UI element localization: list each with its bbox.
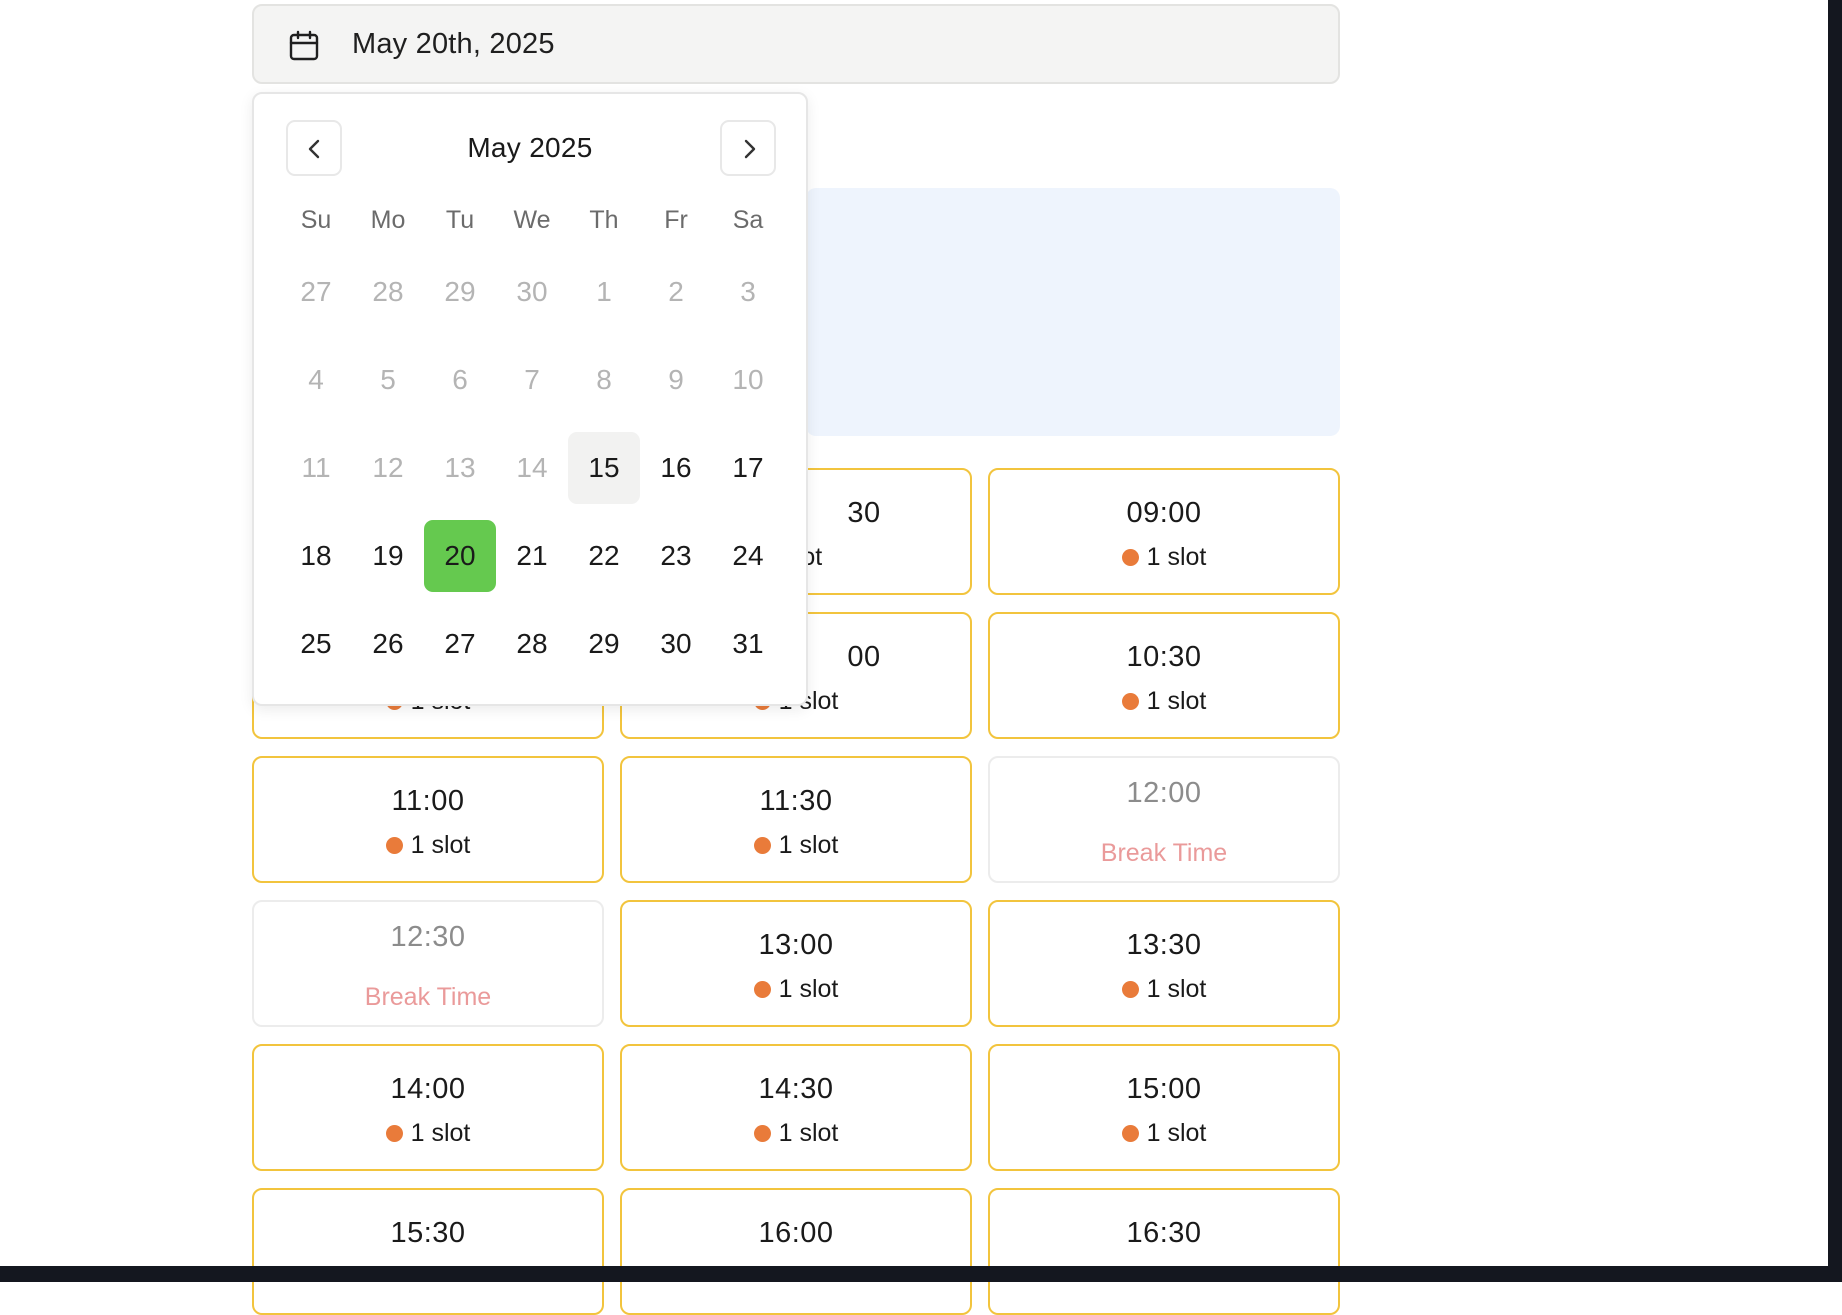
- calendar-icon: [289, 30, 319, 61]
- slot-time: 14:00: [390, 1073, 466, 1105]
- weekday-label: Mo: [370, 206, 406, 234]
- availability-dot-icon: [1121, 549, 1139, 566]
- calendar-day-disabled: 1: [596, 276, 612, 307]
- slot-count: 1 slot: [1146, 1119, 1207, 1147]
- calendar-day[interactable]: 24: [712, 520, 784, 592]
- window-edge: [0, 1266, 1842, 1282]
- slot-time: 12:30: [390, 921, 466, 953]
- calendar-day-disabled: 10: [732, 364, 764, 395]
- chevron-right-icon: [744, 139, 756, 159]
- slot-count: 1 slot: [1146, 543, 1207, 571]
- calendar-day-disabled: 12: [372, 452, 404, 483]
- availability-dot-icon: [1121, 693, 1139, 710]
- date-picker-input[interactable]: May 20th, 2025: [252, 4, 1340, 84]
- availability-dot-icon: [753, 981, 771, 998]
- time-slot[interactable]: 15:00 1 slot: [988, 1044, 1340, 1171]
- slot-time: 13:00: [758, 929, 834, 961]
- calendar-day-disabled: 14: [516, 452, 548, 483]
- availability-dot-icon: [753, 1125, 771, 1142]
- availability-dot-icon: [385, 1125, 403, 1142]
- slot-time: 09:00: [1126, 497, 1202, 529]
- slot-count: 1 slot: [778, 1119, 839, 1147]
- calendar-day-outside[interactable]: 27: [280, 256, 352, 328]
- calendar-day[interactable]: 25: [280, 608, 352, 680]
- selected-date-value: May 20th, 2025: [352, 28, 555, 60]
- slot-time: 11:30: [759, 785, 833, 817]
- weekday-label: Fr: [664, 206, 688, 234]
- calendar-day[interactable]: 31: [712, 608, 784, 680]
- calendar-day-disabled: 3: [740, 276, 756, 307]
- calendar-day-selected[interactable]: 20: [424, 520, 496, 592]
- window-edge: [1828, 0, 1842, 1282]
- calendar-day-disabled: 5: [380, 364, 396, 395]
- slot-time: 14:30: [758, 1073, 834, 1105]
- calendar-day[interactable]: 17: [712, 432, 784, 504]
- availability-dot-icon: [1121, 981, 1139, 998]
- slot-time: 15:30: [390, 1217, 466, 1249]
- weekday-label: Tu: [445, 206, 475, 234]
- slot-time: 12:00: [1126, 777, 1202, 809]
- calendar-day[interactable]: 30: [640, 608, 712, 680]
- time-slot[interactable]: 15:30: [252, 1188, 604, 1315]
- time-slot[interactable]: 14:00 1 slot: [252, 1044, 604, 1171]
- time-slot[interactable]: 13:00 1 slot: [620, 900, 972, 1027]
- calendar-day-outside[interactable]: 29: [424, 256, 496, 328]
- slot-time: 16:30: [1126, 1217, 1202, 1249]
- time-slot[interactable]: 13:30 1 slot: [988, 900, 1340, 1027]
- slot-time: 11:00: [391, 785, 465, 817]
- slot-count: 1 slot: [410, 1119, 471, 1147]
- calendar-day[interactable]: 21: [496, 520, 568, 592]
- break-label: Break Time: [364, 983, 492, 1011]
- time-slot-break: 12:30 Break Time: [252, 900, 604, 1027]
- calendar-day-disabled: 6: [452, 364, 468, 395]
- calendar-day[interactable]: 19: [352, 520, 424, 592]
- slot-time: 13:30: [1126, 929, 1202, 961]
- calendar-day[interactable]: 28: [496, 608, 568, 680]
- calendar-day[interactable]: 27: [424, 608, 496, 680]
- break-label: Break Time: [1100, 839, 1228, 867]
- calendar-day-disabled: 13: [444, 452, 476, 483]
- availability-dot-icon: [385, 837, 403, 854]
- time-slot-break: 12:00 Break Time: [988, 756, 1340, 883]
- calendar-day[interactable]: 18: [280, 520, 352, 592]
- slot-count: 1 slot: [410, 831, 471, 859]
- calendar-day[interactable]: 23: [640, 520, 712, 592]
- availability-dot-icon: [1121, 1125, 1139, 1142]
- calendar-day-disabled: 4: [308, 364, 324, 395]
- time-slot[interactable]: 11:00 1 slot: [252, 756, 604, 883]
- availability-dot-icon: [753, 837, 771, 854]
- slot-count: 1 slot: [778, 975, 839, 1003]
- slot-time: 15:00: [1126, 1073, 1202, 1105]
- calendar-day[interactable]: 29: [568, 608, 640, 680]
- weekday-label: Sa: [732, 206, 764, 234]
- weekday-label: Su: [300, 206, 332, 234]
- weekday-label: We: [513, 206, 551, 234]
- calendar-day-disabled: 11: [301, 452, 331, 483]
- calendar-day-outside[interactable]: 30: [496, 256, 568, 328]
- calendar-day-disabled: 7: [524, 364, 540, 395]
- slot-count: 1 slot: [1146, 975, 1207, 1003]
- slot-time: 16:00: [758, 1217, 834, 1249]
- calendar-day-outside[interactable]: 28: [352, 256, 424, 328]
- next-month-button[interactable]: [720, 120, 776, 176]
- calendar-popover: May 2025 Su Mo Tu We Th Fr Sa 27 28 29 3…: [252, 92, 808, 706]
- calendar-day-disabled: 8: [596, 364, 612, 395]
- time-slot[interactable]: 10:30 1 slot: [988, 612, 1340, 739]
- slot-count: 1 slot: [778, 831, 839, 859]
- calendar-day-disabled: 9: [668, 364, 684, 395]
- time-slot[interactable]: 16:00: [620, 1188, 972, 1315]
- calendar-day[interactable]: 16: [640, 432, 712, 504]
- time-slot[interactable]: 09:00 1 slot: [988, 468, 1340, 595]
- slot-time: 10:30: [1126, 641, 1202, 673]
- time-slot[interactable]: 14:30 1 slot: [620, 1044, 972, 1171]
- calendar-day[interactable]: 26: [352, 608, 424, 680]
- slot-count: 1 slot: [1146, 687, 1207, 715]
- calendar-day-disabled: 2: [668, 276, 684, 307]
- time-slot[interactable]: 11:30 1 slot: [620, 756, 972, 883]
- info-panel: [806, 188, 1340, 436]
- time-slot[interactable]: 16:30: [988, 1188, 1340, 1315]
- calendar-day[interactable]: 22: [568, 520, 640, 592]
- weekday-label: Th: [589, 206, 619, 234]
- calendar-day-today[interactable]: 15: [568, 432, 640, 504]
